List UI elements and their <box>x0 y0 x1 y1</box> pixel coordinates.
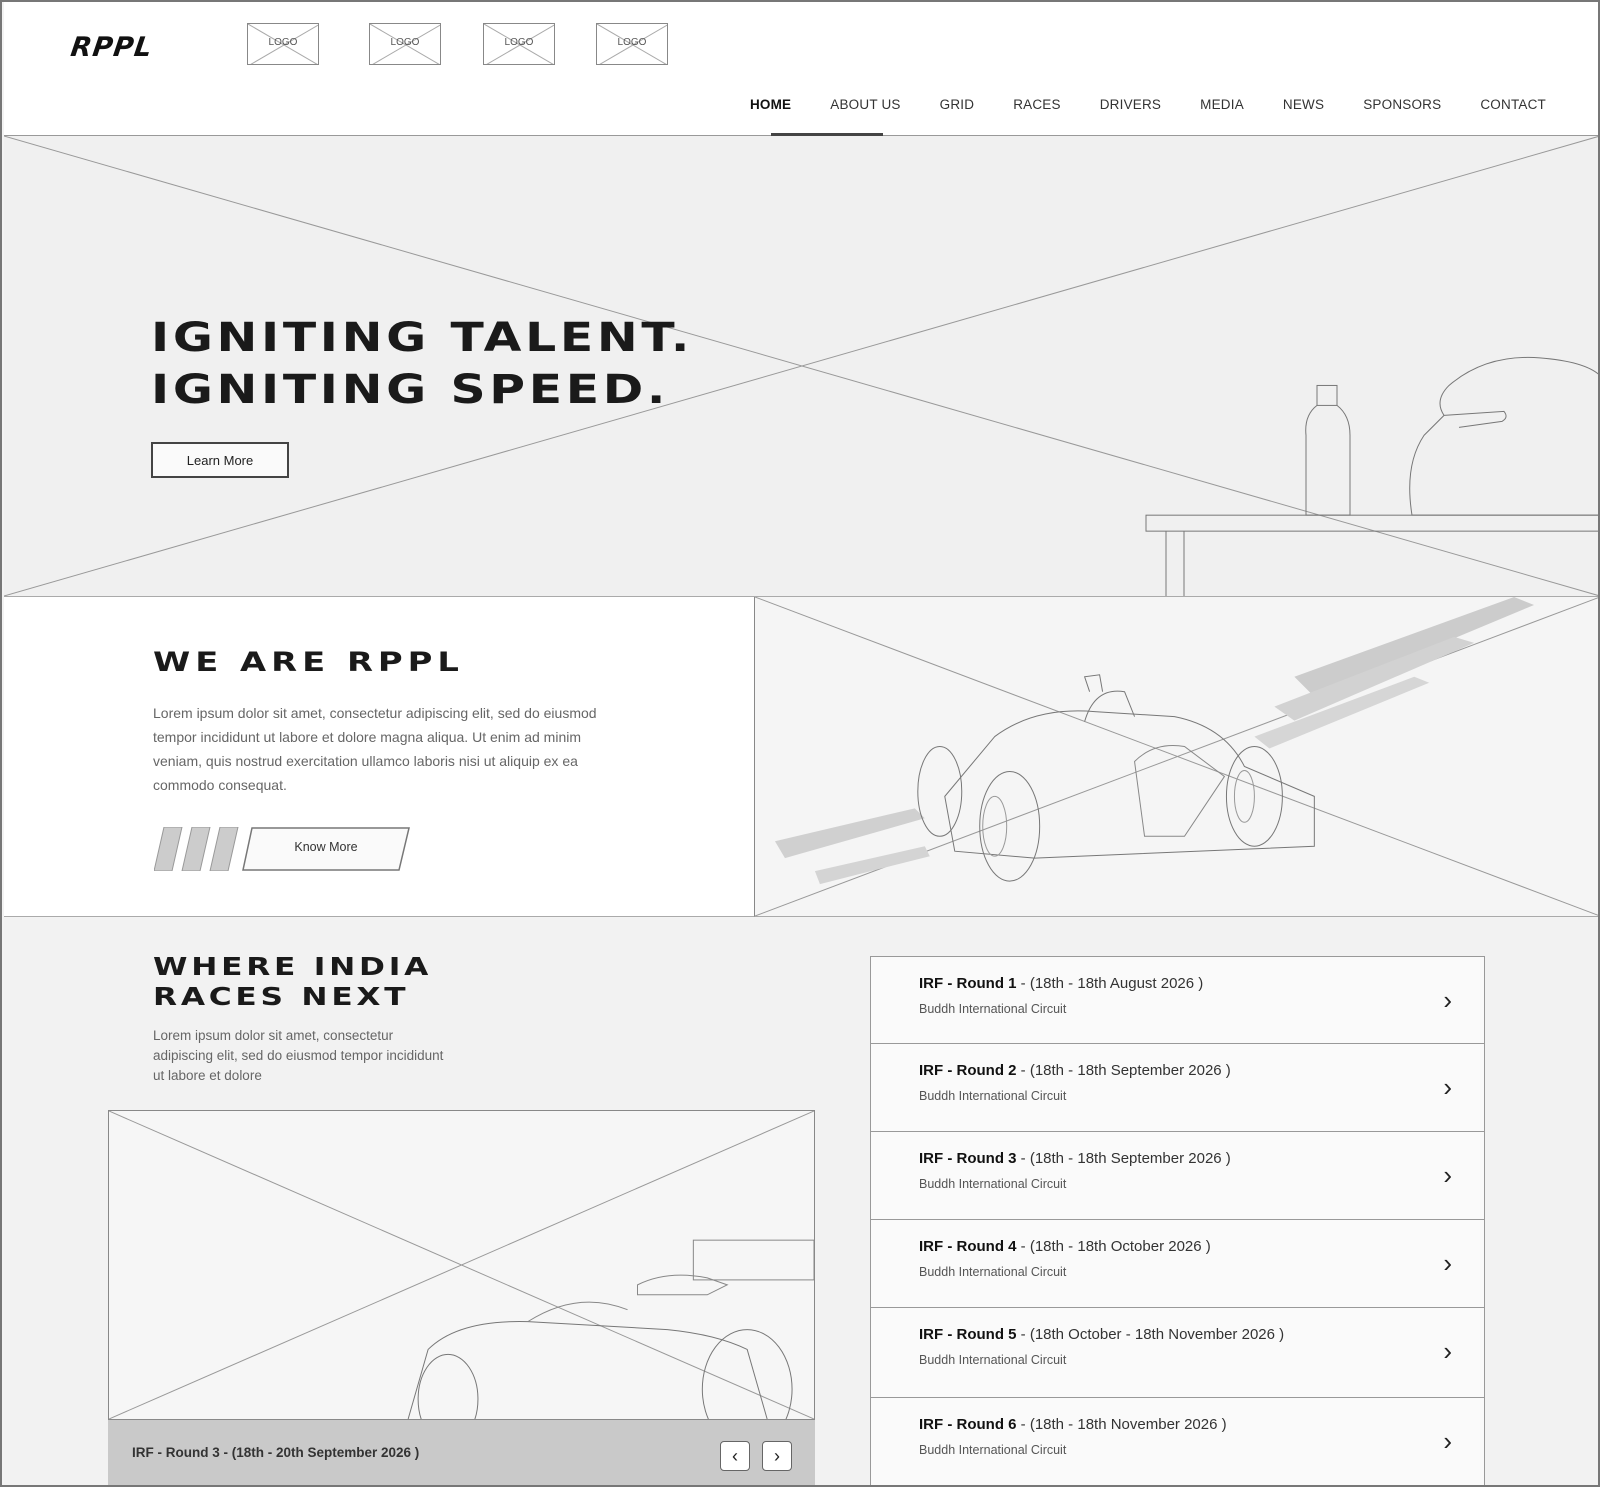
chevron-right-icon: › <box>1443 1248 1452 1278</box>
partner-logo-3[interactable]: LOGO <box>483 23 555 65</box>
about-section: WE ARE RPPL Lorem ipsum dolor sit amet, … <box>4 597 754 917</box>
nav-home[interactable]: HOME <box>750 97 791 112</box>
hero-title: IGNITING TALENT. IGNITING SPEED. <box>151 312 693 416</box>
race-list-item[interactable]: IRF - Round 6 - (18th - 18th November 20… <box>871 1398 1484 1485</box>
races-title: WHERE INDIA RACES NEXT <box>153 952 432 1012</box>
race-dates: - (18th - 18th September 2026 ) <box>1016 1150 1231 1167</box>
hero-title-line-1: IGNITING TALENT. <box>151 315 694 361</box>
nav-media[interactable]: MEDIA <box>1200 97 1244 112</box>
speed-stripes-icon <box>154 827 239 871</box>
race-schedule-list: IRF - Round 1 - (18th - 18th August 2026… <box>870 956 1485 1485</box>
race-venue: Buddh International Circuit <box>919 1177 1067 1191</box>
brand-logo[interactable]: RPPL <box>69 32 155 63</box>
race-round: IRF - Round 4 <box>919 1238 1017 1255</box>
nav-about-us[interactable]: ABOUT US <box>830 97 900 112</box>
races-title-line-1: WHERE INDIA <box>153 952 433 981</box>
chevron-right-icon: › <box>774 1445 780 1466</box>
about-title: WE ARE RPPL <box>153 647 464 678</box>
nav-grid[interactable]: GRID <box>940 97 975 112</box>
race-slide-image <box>108 1110 815 1420</box>
nav-races[interactable]: RACES <box>1013 97 1061 112</box>
slider-prev-button[interactable]: ‹ <box>720 1441 750 1471</box>
partner-logo-4[interactable]: LOGO <box>596 23 668 65</box>
race-venue: Buddh International Circuit <box>919 1443 1067 1457</box>
race-list-item[interactable]: IRF - Round 1 - (18th - 18th August 2026… <box>871 957 1484 1044</box>
race-dates: - (18th - 18th October 2026 ) <box>1016 1238 1211 1255</box>
race-dates: - (18th - 18th August 2026 ) <box>1016 975 1204 992</box>
races-text: Lorem ipsum dolor sit amet, consectetur … <box>153 1028 444 1083</box>
partner-logo-label: LOGO <box>504 37 534 48</box>
nav-sponsors[interactable]: SPONSORS <box>1363 97 1441 112</box>
chevron-right-icon: › <box>1443 985 1452 1015</box>
chevron-left-icon: ‹ <box>732 1445 738 1466</box>
partner-logo-1[interactable]: LOGO <box>247 23 319 65</box>
race-venue: Buddh International Circuit <box>919 1353 1067 1367</box>
race-venue: Buddh International Circuit <box>919 1089 1067 1103</box>
race-round: IRF - Round 1 <box>919 975 1017 992</box>
page: RPPL LOGO LOGO LOGO LOGO HOME ABOUT US G… <box>0 0 1600 1487</box>
race-round: IRF - Round 2 <box>919 1062 1017 1079</box>
race-dates: - (18th - 18th November 2026 ) <box>1016 1416 1227 1433</box>
chevron-right-icon: › <box>1443 1072 1452 1102</box>
race-list-item[interactable]: IRF - Round 4 - (18th - 18th October 202… <box>871 1220 1484 1308</box>
site-header: RPPL LOGO LOGO LOGO LOGO HOME ABOUT US G… <box>4 2 1598 136</box>
hero-title-line-2: IGNITING SPEED. <box>151 367 670 413</box>
chevron-right-icon: › <box>1443 1426 1452 1456</box>
race-round: IRF - Round 5 <box>919 1326 1017 1343</box>
race-dates: - (18th October - 18th November 2026 ) <box>1016 1326 1285 1343</box>
race-list-item[interactable]: IRF - Round 3 - (18th - 18th September 2… <box>871 1132 1484 1220</box>
chevron-right-icon: › <box>1443 1336 1452 1366</box>
races-title-line-2: RACES NEXT <box>153 982 410 1011</box>
know-more-button[interactable]: Know More <box>242 827 410 871</box>
nav-news[interactable]: NEWS <box>1283 97 1324 112</box>
partner-logo-label: LOGO <box>390 37 420 48</box>
race-dates: - (18th - 18th September 2026 ) <box>1016 1062 1231 1079</box>
nav-contact[interactable]: CONTACT <box>1480 97 1546 112</box>
main-nav: HOME ABOUT US GRID RACES DRIVERS MEDIA N… <box>711 97 1546 112</box>
race-venue: Buddh International Circuit <box>919 1002 1067 1016</box>
race-round: IRF - Round 3 <box>919 1150 1017 1167</box>
about-text: Lorem ipsum dolor sit amet, consectetur … <box>153 705 597 793</box>
partner-logo-2[interactable]: LOGO <box>369 23 441 65</box>
know-more-label: Know More <box>294 840 358 854</box>
nav-drivers[interactable]: DRIVERS <box>1100 97 1161 112</box>
race-list-item[interactable]: IRF - Round 5 - (18th October - 18th Nov… <box>871 1308 1484 1398</box>
slider-caption-text: IRF - Round 3 - (18th - 20th September 2… <box>132 1445 420 1460</box>
race-list-item[interactable]: IRF - Round 2 - (18th - 18th September 2… <box>871 1044 1484 1132</box>
partner-logo-label: LOGO <box>268 37 298 48</box>
partner-logo-label: LOGO <box>617 37 647 48</box>
race-car-image <box>754 597 1598 917</box>
race-slider-caption: IRF - Round 3 - (18th - 20th September 2… <box>108 1420 815 1485</box>
race-venue: Buddh International Circuit <box>919 1265 1067 1279</box>
slider-next-button[interactable]: › <box>762 1441 792 1471</box>
chevron-right-icon: › <box>1443 1160 1452 1190</box>
race-round: IRF - Round 6 <box>919 1416 1017 1433</box>
learn-more-button[interactable]: Learn More <box>151 442 289 478</box>
